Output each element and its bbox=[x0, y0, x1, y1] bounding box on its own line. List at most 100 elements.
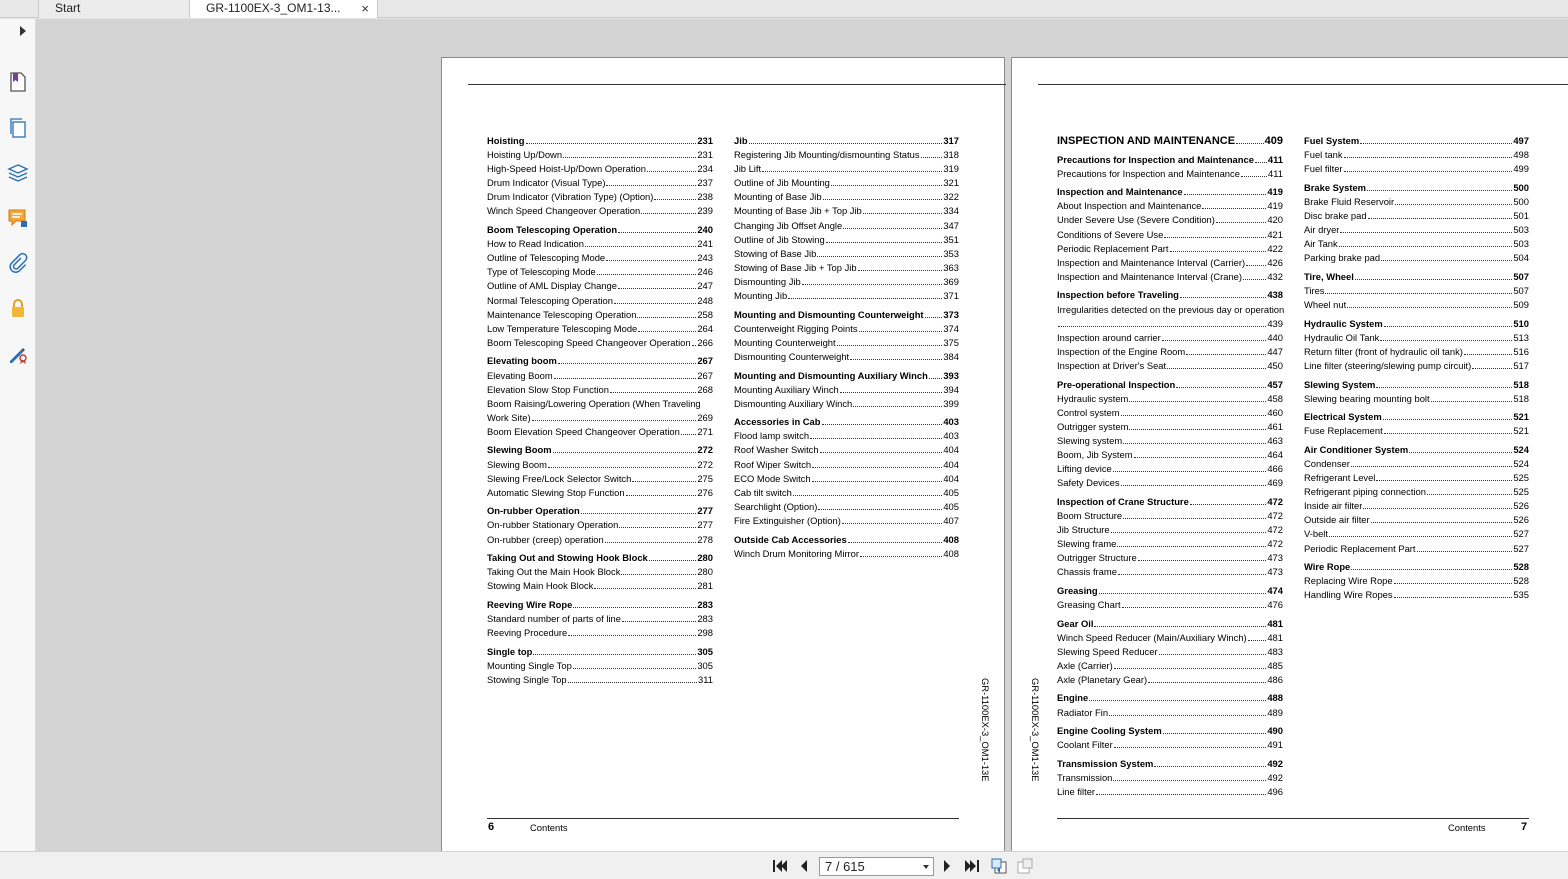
toc-entry[interactable]: Taking Out the Main Hook Block 280 bbox=[487, 565, 713, 579]
toc-entry[interactable]: Flood lamp switch 403 bbox=[734, 429, 959, 443]
toc-entry[interactable]: Replacing Wire Rope 528 bbox=[1304, 574, 1529, 588]
toc-entry[interactable]: Roof Wiper Switch 404 bbox=[734, 458, 959, 472]
toc-entry[interactable]: Refrigerant piping connection 525 bbox=[1304, 485, 1529, 499]
bookmark-icon[interactable] bbox=[7, 71, 29, 93]
toc-entry[interactable]: Stowing of Base Jib 353 bbox=[734, 247, 959, 261]
previous-view-icon[interactable] bbox=[990, 858, 1008, 874]
toc-heading[interactable]: Accessories in Cab 403 bbox=[734, 415, 959, 429]
toc-entry[interactable]: Standard number of parts of line 283 bbox=[487, 612, 713, 626]
toc-heading[interactable]: Boom Telescoping Operation 240 bbox=[487, 223, 713, 237]
toc-entry[interactable]: Stowing Main Hook Block 281 bbox=[487, 579, 713, 593]
toc-entry[interactable]: Registering Jib Mounting/dismounting Sta… bbox=[734, 148, 959, 162]
document-viewer[interactable]: Hoisting 231 Hoisting Up/Down 231 High-Speed… bbox=[36, 19, 1568, 853]
toc-entry[interactable]: Roof Washer Switch 404 bbox=[734, 443, 959, 457]
toc-heading[interactable]: Inspection before Traveling 438 bbox=[1057, 288, 1283, 302]
toc-entry[interactable]: Mounting of Base Jib + Top Jib 334 bbox=[734, 204, 959, 218]
last-page-button[interactable] bbox=[964, 858, 980, 874]
toc-entry[interactable]: Wheel nut 509 bbox=[1304, 298, 1529, 312]
layers-icon[interactable] bbox=[7, 162, 29, 184]
page-number-input[interactable]: 7 / 615 bbox=[819, 857, 934, 876]
toc-entry[interactable]: Inspection and Maintenance Interval (Cra… bbox=[1057, 270, 1283, 284]
toc-heading[interactable]: Mounting and Dismounting Auxiliary Winch… bbox=[734, 369, 959, 383]
toc-heading[interactable]: Single top 305 bbox=[487, 645, 713, 659]
toc-entry[interactable]: Fuel filter 499 bbox=[1304, 162, 1529, 176]
attachments-icon[interactable] bbox=[7, 252, 29, 274]
expand-panel-icon[interactable] bbox=[20, 26, 26, 36]
toc-entry[interactable]: Outline of Telescoping Mode 243 bbox=[487, 251, 713, 265]
toc-heading[interactable]: Hoisting 231 bbox=[487, 134, 713, 148]
toc-entry[interactable]: Mounting Counterweight 375 bbox=[734, 336, 959, 350]
toc-heading[interactable]: On-rubber Operation 277 bbox=[487, 504, 713, 518]
toc-entry[interactable]: Type of Telescoping Mode 246 bbox=[487, 265, 713, 279]
toc-entry[interactable]: Slewing system 463 bbox=[1057, 434, 1283, 448]
toc-entry[interactable]: On-rubber Stationary Operation 277 bbox=[487, 518, 713, 532]
toc-entry[interactable]: Boom, Jib System 464 bbox=[1057, 448, 1283, 462]
toc-entry[interactable]: Boom Elevation Speed Changeover Operatio… bbox=[487, 425, 713, 439]
toc-entry[interactable]: Winch Speed Reducer (Main/Auxiliary Winc… bbox=[1057, 631, 1283, 645]
previous-page-button[interactable] bbox=[798, 858, 810, 874]
toc-entry[interactable]: Refrigerant Level 525 bbox=[1304, 471, 1529, 485]
toc-entry[interactable]: Outrigger Structure 473 bbox=[1057, 551, 1283, 565]
toc-entry[interactable]: Fire Extinguisher (Option) 407 bbox=[734, 514, 959, 528]
toc-entry[interactable]: Control system 460 bbox=[1057, 406, 1283, 420]
toc-entry[interactable]: Winch Drum Monitoring Mirror 408 bbox=[734, 547, 959, 561]
toc-entry[interactable]: Inspection of the Engine Room 447 bbox=[1057, 345, 1283, 359]
toc-entry[interactable]: Work Site) 269 bbox=[487, 411, 713, 425]
toc-heading[interactable]: Precautions for Inspection and Maintenan… bbox=[1057, 153, 1283, 167]
toc-entry[interactable]: Dismounting Auxiliary Winch 399 bbox=[734, 397, 959, 411]
next-view-icon[interactable] bbox=[1016, 858, 1034, 874]
toc-heading[interactable]: Slewing Boom 272 bbox=[487, 443, 713, 457]
toc-entry[interactable]: Lifting device 466 bbox=[1057, 462, 1283, 476]
toc-heading[interactable]: Outside Cab Accessories 408 bbox=[734, 533, 959, 547]
toc-heading[interactable]: Inspection and Maintenance 419 bbox=[1057, 185, 1283, 199]
toc-entry[interactable]: Transmission 492 bbox=[1057, 771, 1283, 785]
toc-entry[interactable]: Jib Structure 472 bbox=[1057, 523, 1283, 537]
first-page-button[interactable] bbox=[772, 858, 788, 874]
toc-heading[interactable]: Taking Out and Stowing Hook Block 280 bbox=[487, 551, 713, 565]
toc-entry[interactable]: Elevating Boom 267 bbox=[487, 369, 713, 383]
toc-entry[interactable]: Chassis frame 473 bbox=[1057, 565, 1283, 579]
toc-entry[interactable]: Line filter 496 bbox=[1057, 785, 1283, 799]
toc-entry[interactable]: Disc brake pad 501 bbox=[1304, 209, 1529, 223]
toc-entry[interactable]: Cab tilt switch 405 bbox=[734, 486, 959, 500]
toc-heading[interactable]: Inspection of Crane Structure 472 bbox=[1057, 495, 1283, 509]
toc-heading[interactable]: Engine 488 bbox=[1057, 691, 1283, 705]
toc-heading[interactable]: Mounting and Dismounting Counterweight 37… bbox=[734, 308, 959, 322]
toc-entry[interactable]: On-rubber (creep) operation 278 bbox=[487, 533, 713, 547]
toc-heading[interactable]: Pre-operational Inspection 457 bbox=[1057, 378, 1283, 392]
toc-heading[interactable]: Brake System 500 bbox=[1304, 181, 1529, 195]
tab-start[interactable]: Start bbox=[38, 0, 190, 18]
toc-entry[interactable]: Outrigger system 461 bbox=[1057, 420, 1283, 434]
toc-entry[interactable]: Dismounting Counterweight 384 bbox=[734, 350, 959, 364]
toc-entry[interactable]: Parking brake pad 504 bbox=[1304, 251, 1529, 265]
toc-entry[interactable]: Low Temperature Telescoping Mode 264 bbox=[487, 322, 713, 336]
toc-entry[interactable]: Searchlight (Option) 405 bbox=[734, 500, 959, 514]
toc-heading[interactable]: Fuel System 497 bbox=[1304, 134, 1529, 148]
toc-entry[interactable]: Hydraulic Oil Tank 513 bbox=[1304, 331, 1529, 345]
toc-entry[interactable]: Return filter (front of hydraulic oil ta… bbox=[1304, 345, 1529, 359]
toc-entry[interactable]: 439 bbox=[1057, 317, 1283, 331]
toc-heading[interactable]: INSPECTION AND MAINTENANCE 409 bbox=[1057, 134, 1283, 148]
toc-entry[interactable]: High-Speed Hoist-Up/Down Operation 234 bbox=[487, 162, 713, 176]
next-page-button[interactable] bbox=[941, 858, 953, 874]
toc-entry[interactable]: Coolant Filter 491 bbox=[1057, 738, 1283, 752]
toc-entry[interactable]: Safety Devices 469 bbox=[1057, 476, 1283, 490]
toc-entry[interactable]: Axle (Carrier) 485 bbox=[1057, 659, 1283, 673]
toc-entry-text[interactable]: Irregularities detected on the previous … bbox=[1057, 303, 1284, 317]
toc-entry[interactable]: Automatic Slewing Stop Function 276 bbox=[487, 486, 713, 500]
toc-heading[interactable]: Greasing 474 bbox=[1057, 584, 1283, 598]
toc-heading[interactable]: Wire Rope 528 bbox=[1304, 560, 1529, 574]
toc-entry[interactable]: Normal Telescoping Operation 248 bbox=[487, 294, 713, 308]
signature-icon[interactable] bbox=[7, 343, 29, 365]
toc-heading[interactable]: Engine Cooling System 490 bbox=[1057, 724, 1283, 738]
tab-document[interactable]: GR-1100EX-3_OM1-13... × bbox=[190, 0, 378, 18]
toc-entry[interactable]: Line filter (steering/slewing pump circu… bbox=[1304, 359, 1529, 373]
toc-entry[interactable]: Periodic Replacement Part 527 bbox=[1304, 542, 1529, 556]
toc-entry[interactable]: Mounting Auxiliary Winch 394 bbox=[734, 383, 959, 397]
toc-entry[interactable]: Stowing of Base Jib + Top Jib 363 bbox=[734, 261, 959, 275]
toc-entry[interactable]: Hydraulic system 458 bbox=[1057, 392, 1283, 406]
toc-entry[interactable]: Periodic Replacement Part 422 bbox=[1057, 242, 1283, 256]
toc-entry[interactable]: Jib Lift 319 bbox=[734, 162, 959, 176]
toc-entry[interactable]: Axle (Planetary Gear) 486 bbox=[1057, 673, 1283, 687]
toc-entry[interactable]: Handling Wire Ropes 535 bbox=[1304, 588, 1529, 602]
